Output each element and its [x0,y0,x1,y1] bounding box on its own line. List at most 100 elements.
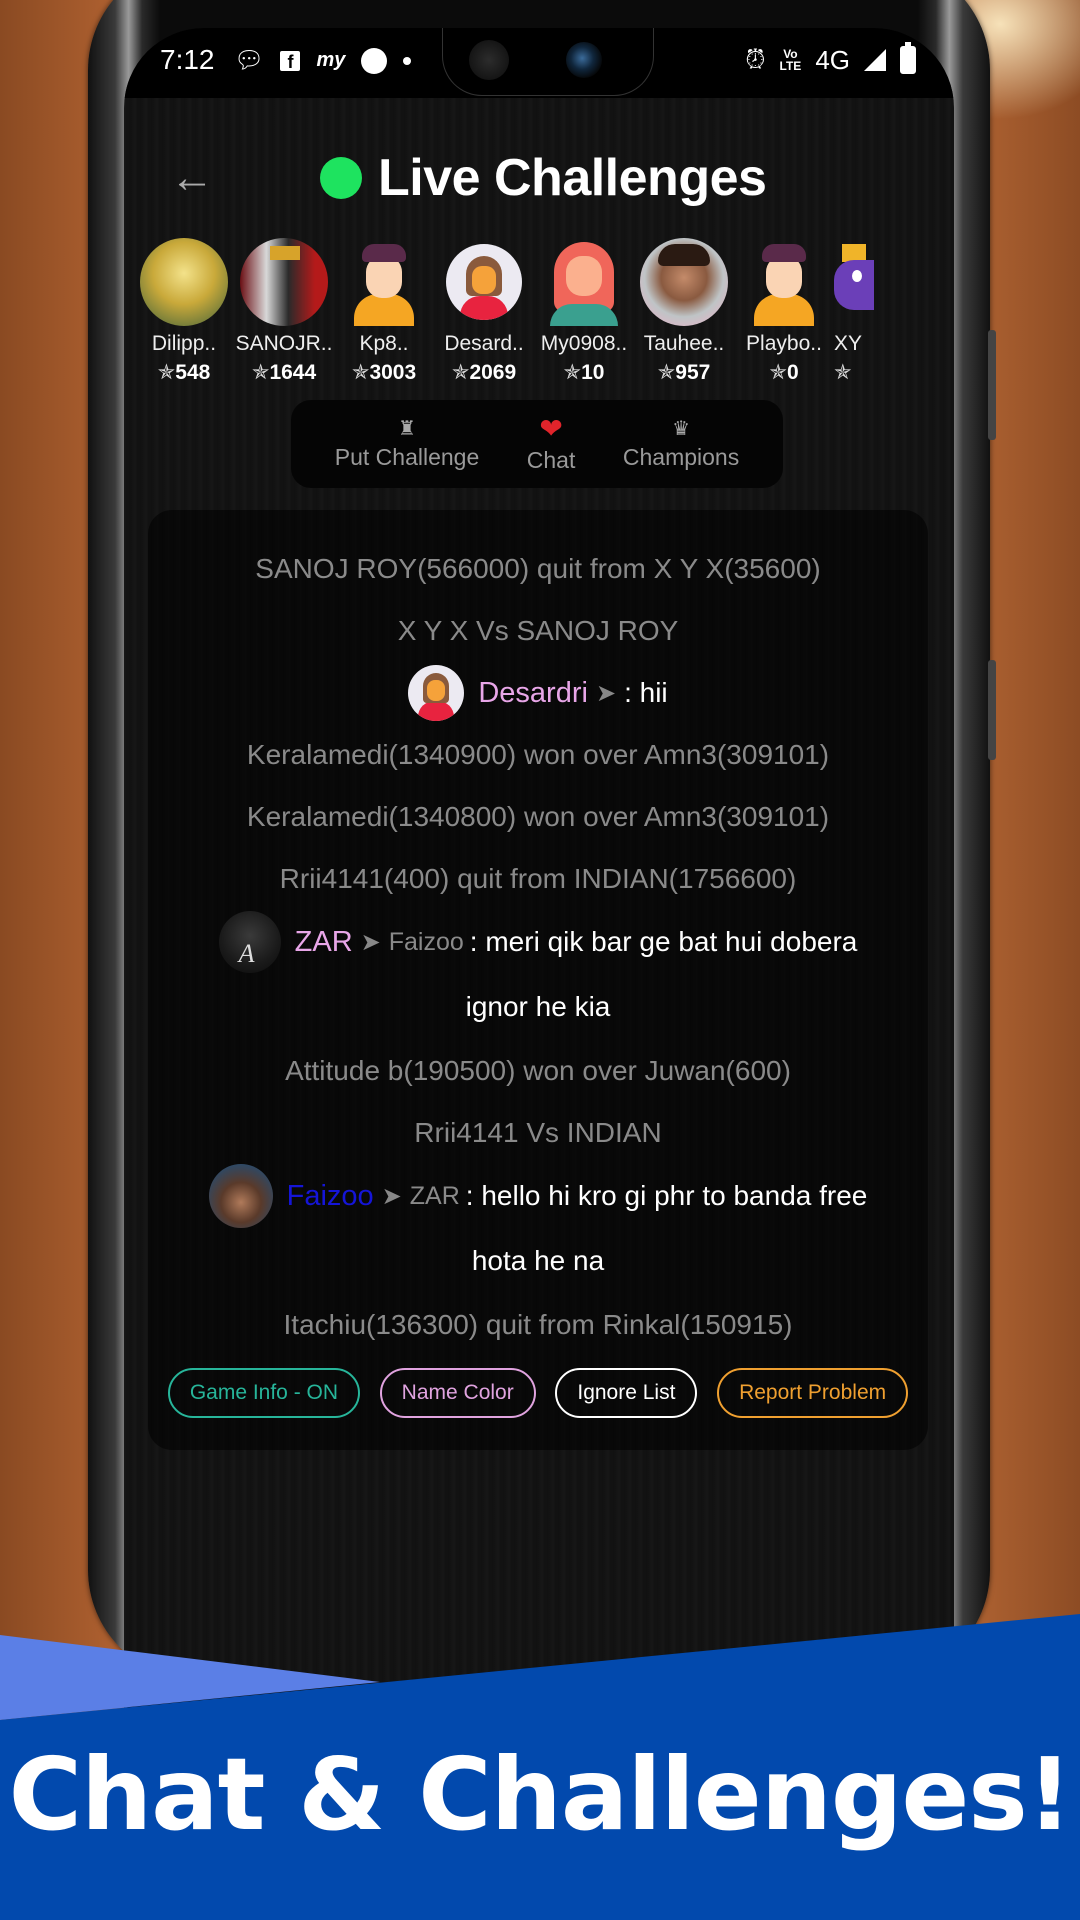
message-sender[interactable]: Faizoo [287,1180,374,1213]
player-rating: ✯ [834,360,852,385]
player-name: Tauhee.. [643,332,725,355]
rating-value: 1644 [269,361,317,384]
tab-label: Chat [526,446,576,473]
chat-messages[interactable]: SANOJ ROY(566000) quit from X Y X(35600)… [148,538,928,1356]
message-icon: 💬︎ [234,47,265,74]
queen-icon: ♛ [672,417,691,440]
star-icon: ✯ [451,361,470,384]
player-name: Kp8.. [359,332,409,355]
dot-icon [403,56,412,65]
player-item[interactable]: Desard.. ✯2069 [434,238,534,388]
online-players-list[interactable]: Dilipp.. ✯548 SANOJR.. ✯1644 Kp8.. ✯3003 [134,238,926,388]
star-icon: ✯ [351,361,370,384]
player-item[interactable]: Playbo.. ✯0 [734,238,834,388]
page-title: Live Challenges [378,149,767,207]
arrow-icon: ➤ [595,679,617,707]
game-info-line: Itachiu(136300) quit from Rinkal(150915) [283,1309,793,1340]
message-text: : hii [624,677,668,708]
tab-chat[interactable]: ❤ Chat [526,414,576,474]
chat-message: Faizoo ➤ ZAR : hello hi kro gi phr to ba… [148,1164,928,1228]
avatar [446,244,522,320]
star-icon: ✯ [769,361,787,384]
message-sender[interactable]: Desardri [478,677,588,710]
player-name: SANOJR.. [235,332,333,355]
page-header: Live Challenges [320,148,767,208]
message-text: : hello hi kro gi phr to banda free [465,1180,868,1211]
message-continuation: ignor he kia [465,991,611,1022]
message-target[interactable]: Faizoo [389,928,464,957]
avatar[interactable] [208,1164,273,1228]
player-rating: ✯3003 [352,360,416,385]
mytracker-icon: my [316,49,346,71]
player-item[interactable]: Tauhee.. ✯957 [634,238,734,388]
rating-value: 0 [786,361,799,384]
game-info-line: Rrii4141(400) quit from INDIAN(1756600) [279,863,797,894]
player-item[interactable]: SANOJR.. ✯1644 [234,238,334,388]
game-info-line: X Y X Vs SANOJ ROY [397,615,679,646]
player-rating: ✯1644 [252,360,316,385]
player-rating: ✯2069 [452,360,516,385]
player-name: Playbo.. [746,332,822,355]
player-rating: ✯957 [658,360,711,385]
tab-champions[interactable]: ♛ Champions [623,418,739,471]
arrow-icon: ➤ [381,1182,402,1210]
rating-value: 957 [675,361,711,384]
message-text: : meri qik bar ge bat hui dobera [469,926,858,957]
report-problem-button[interactable]: Report Problem [717,1368,909,1418]
chat-message: A ZAR ➤ Faizoo : meri qik bar ge bat hui… [148,910,928,974]
player-name: My0908.. [540,332,628,355]
game-info-toggle-button[interactable]: Game Info - ON [167,1368,361,1418]
player-name: Dilipp.. [151,332,217,355]
tab-label: Put Challenge [334,443,480,470]
game-info-line: Attitude b(190500) won over Juwan(600) [285,1055,791,1086]
chat-actions: Game Info - ON Name Color Ignore List Re… [148,1368,928,1418]
rating-value: 2069 [469,361,517,384]
rating-value: 548 [175,361,211,384]
player-name: Desard.. [444,332,524,355]
rating-value: 10 [581,361,605,384]
avatar [640,238,728,326]
player-item[interactable]: Kp8.. ✯3003 [334,238,434,388]
alarm-icon: ⏰︎ [745,44,766,74]
ignore-list-button[interactable]: Ignore List [555,1368,698,1418]
avatar[interactable] [408,665,465,721]
front-camera [566,42,602,78]
message-target[interactable]: ZAR [410,1182,460,1211]
volte-icon: Vo LTE [780,48,802,72]
player-rating: ✯0 [769,360,798,385]
facebook-icon: f [280,50,301,72]
rating-value: 3003 [369,361,417,384]
promo-banner-text: Chat & Challenges! [8,1736,1073,1853]
star-icon: ✯ [157,361,176,384]
phone-volume-button [988,330,996,440]
game-info-line: Keralamedi(1340900) won over Amn3(309101… [246,739,830,770]
chat-panel: SANOJ ROY(566000) quit from X Y X(35600)… [148,510,928,1450]
player-item[interactable]: XY ✯ [834,238,874,388]
rook-icon: ♜ [398,417,416,440]
message-sender[interactable]: ZAR [295,926,353,959]
star-icon: ✯ [657,361,676,384]
live-indicator-icon [320,157,362,199]
player-item[interactable]: Dilipp.. ✯548 [134,238,234,388]
battery-icon [900,42,916,74]
tab-label: Champions [622,443,740,470]
star-icon: ✯ [834,361,852,384]
star-icon: ✯ [251,361,270,384]
system-icons: ⏰︎ Vo LTE 4G [745,42,916,76]
arrow-icon: ➤ [360,928,381,956]
back-arrow-icon[interactable]: ← [170,156,214,200]
avatar [540,238,628,326]
earpiece-speaker [469,40,509,80]
tab-put-challenge[interactable]: ♜ Put Challenge [335,418,480,471]
game-info-line: SANOJ ROY(566000) quit from X Y X(35600) [255,553,821,584]
name-color-button[interactable]: Name Color [379,1368,536,1418]
phone-screen: 7:12 💬︎ f my ⏰︎ Vo LTE 4G ← Live Challeng… [124,28,954,1728]
speedometer-icon [361,47,388,74]
player-item[interactable]: My0908.. ✯10 [534,238,634,388]
avatar [340,238,428,326]
notification-icons: 💬︎ f my [234,46,412,75]
status-bar: 7:12 💬︎ f my ⏰︎ Vo LTE 4G [124,28,954,98]
avatar[interactable]: A [218,911,281,973]
player-rating: ✯548 [158,360,211,385]
chat-message: Desardri ➤ : hii [148,662,928,724]
